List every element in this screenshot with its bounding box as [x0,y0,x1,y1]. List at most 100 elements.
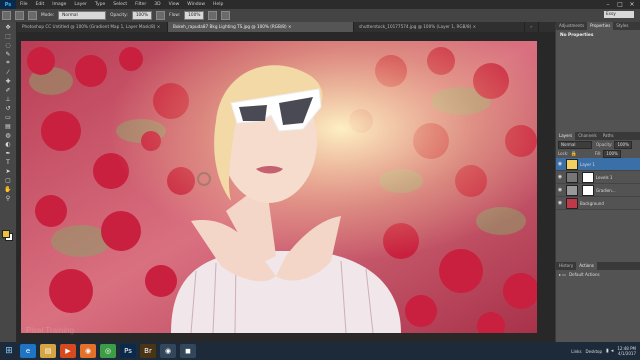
flow-field[interactable]: 100% [184,11,205,20]
pressure-size-icon[interactable] [221,11,231,20]
brush-preset-icon[interactable] [15,11,24,20]
tab-actions[interactable]: Actions [576,262,597,270]
menu-image[interactable]: Image [48,2,70,7]
layer-mask-thumbnail[interactable] [582,184,594,196]
tab-styles[interactable]: Styles [613,22,631,30]
mode-select[interactable]: Normal [58,11,107,20]
healing-tool-icon[interactable]: ✚ [4,77,12,85]
blur-tool-icon[interactable]: ◍ [4,131,12,139]
firefox-taskbar-icon[interactable]: ◉ [80,344,96,358]
layer-thumbnail[interactable] [566,184,578,196]
menu-type[interactable]: Type [91,2,109,7]
crop-tool-icon[interactable]: ⌗ [4,59,12,67]
layer-name[interactable]: Gradien... [596,188,616,193]
tab-adjustments[interactable]: Adjustments [556,22,587,30]
photoshop-taskbar-icon[interactable]: Ps [120,344,136,358]
camera-taskbar-icon[interactable]: ◼ [180,344,196,358]
menu-view[interactable]: View [165,2,184,7]
brush-panel-icon[interactable] [28,11,37,20]
maximize-button[interactable]: □ [614,0,626,9]
menu-file[interactable]: File [16,2,32,7]
chrome-taskbar-icon[interactable]: ◎ [100,344,116,358]
gradient-tool-icon[interactable]: ▤ [4,122,12,130]
layer-thumbnail[interactable] [566,197,578,209]
marquee-tool-icon[interactable]: ⬚ [4,32,12,40]
path-select-tool-icon[interactable]: ➤ [4,167,12,175]
brush-tool-icon-side[interactable]: ✐ [4,86,12,94]
desktop-toolbar[interactable]: Desktop [586,349,603,354]
menu-filter[interactable]: Filter [131,2,150,7]
menu-select[interactable]: Select [109,2,131,7]
volume-icon[interactable]: ◂ [611,348,614,354]
workspace-select[interactable]: Essy [604,11,634,18]
lock-icon[interactable]: 🔒 [570,151,576,157]
visibility-eye-icon[interactable]: ◉ [556,174,564,180]
lock-row: Lock: 🔒 Fill: 100% [556,149,640,158]
stamp-tool-icon[interactable]: ⊥ [4,95,12,103]
zoom-tool-icon[interactable]: ⚲ [4,194,12,202]
bridge-taskbar-icon[interactable]: Br [140,344,156,358]
layer-name[interactable]: Background [580,201,604,206]
menu-window[interactable]: Window [183,2,209,7]
fill-field[interactable]: 100% [603,149,621,158]
hand-tool-icon[interactable]: ✋ [4,185,12,193]
clock-date: 4/1/2017 [618,351,636,356]
visibility-eye-icon[interactable]: ◉ [556,200,564,206]
pen-tool-icon[interactable]: ✒ [4,149,12,157]
layer-row[interactable]: ◉ Gradien... [556,184,640,197]
shape-tool-icon[interactable]: ▢ [4,176,12,184]
eyedropper-tool-icon[interactable]: ⁄ [4,68,12,76]
opacity-field[interactable]: 100% [131,11,153,20]
dodge-tool-icon[interactable]: ◐ [4,140,12,148]
layer-mask-thumbnail[interactable] [582,171,594,183]
action-set-default[interactable]: ▸ ▭ Default Actions [556,270,640,278]
move-tool-icon[interactable]: ✥ [4,23,12,31]
ie-taskbar-icon[interactable]: e [20,344,36,358]
layer-thumbnail[interactable] [566,158,578,170]
foreground-color-swatch[interactable] [2,230,10,238]
watermark-text: Pixel Training [26,326,75,335]
menu-edit[interactable]: Edit [32,2,49,7]
layer-row[interactable]: ◉ Background [556,197,640,210]
brush-tool-icon[interactable] [2,11,11,20]
menu-3d[interactable]: 3D [150,2,164,7]
start-button[interactable]: ⊞ [0,342,18,360]
quick-select-tool-icon[interactable]: ✎ [4,50,12,58]
tab-layers[interactable]: Layers [556,132,576,140]
close-button[interactable]: ✕ [626,0,638,9]
layer-name[interactable]: Layer 1 [580,162,595,167]
tab-shutterstock[interactable]: shutterstock_10177574.jpg @ 100% (Layer … [354,22,525,32]
menu-layer[interactable]: Layer [70,2,91,7]
layer-thumbnail[interactable] [566,171,578,183]
layer-row[interactable]: ◉ Levels 1 [556,171,640,184]
eye-taskbar-icon[interactable]: ◉ [160,344,176,358]
media-taskbar-icon[interactable]: ▶ [60,344,76,358]
visibility-eye-icon[interactable]: ◉ [556,161,564,167]
menu-help[interactable]: Help [209,2,227,7]
tab-bokeh[interactable]: Bokeh_rapuda87 Bkg Lighting TS.jpg @ 100… [168,22,354,32]
blend-mode-select[interactable]: Normal [558,140,592,149]
tab-history[interactable]: History [556,262,576,270]
history-brush-tool-icon[interactable]: ↺ [4,104,12,112]
layer-row[interactable]: ◉ Layer 1 [556,158,640,171]
tab-properties[interactable]: Properties [587,22,614,30]
layer-name[interactable]: Levels 1 [596,175,612,180]
minimize-button[interactable]: – [602,0,614,9]
pressure-opacity-icon[interactable] [156,11,166,20]
visibility-eye-icon[interactable]: ◉ [556,187,564,193]
tab-overflow[interactable]: » [525,22,539,32]
airbrush-icon[interactable] [208,11,218,20]
layer-list: ◉ Layer 1 ◉ Levels 1 ◉ Gradien... ◉ Background [556,158,640,210]
document-photo[interactable] [21,41,537,333]
lasso-tool-icon[interactable]: ◌ [4,41,12,49]
clock[interactable]: 12:48 PM 4/1/2017 [617,346,636,356]
explorer-taskbar-icon[interactable]: ▤ [40,344,56,358]
type-tool-icon[interactable]: T [4,158,12,166]
eraser-tool-icon[interactable]: ▭ [4,113,12,121]
network-icon[interactable]: ▮ [606,348,609,354]
layer-opacity-field[interactable]: 100% [614,140,632,149]
tab-paths[interactable]: Paths [600,132,617,140]
tab-untitled[interactable]: Photoshop CC Untitled @ 100% (Gradient M… [17,22,168,32]
tab-channels[interactable]: Channels [575,132,600,140]
links-toolbar[interactable]: Links [571,349,581,354]
